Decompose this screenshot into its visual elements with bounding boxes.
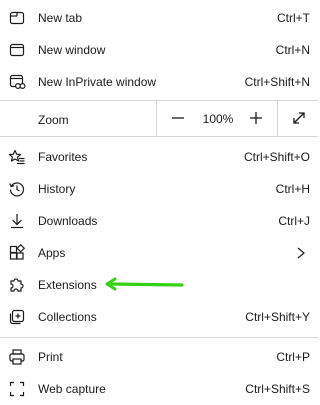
menu-item-shortcut: Ctrl+Shift+S bbox=[245, 382, 310, 396]
menu-separator bbox=[0, 337, 318, 338]
extensions-icon bbox=[8, 276, 26, 294]
menu-separator bbox=[0, 136, 318, 137]
menu-item-shortcut: Ctrl+Shift+O bbox=[243, 150, 310, 164]
zoom-out-button[interactable] bbox=[158, 101, 198, 136]
menu-item-collections[interactable]: Collections Ctrl+Shift+Y bbox=[0, 301, 318, 333]
menu-item-new-window[interactable]: New window Ctrl+N bbox=[0, 34, 318, 66]
zoom-in-button[interactable] bbox=[236, 101, 276, 136]
menu-item-label: History bbox=[38, 182, 76, 196]
menu-item-shortcut: Ctrl+J bbox=[278, 214, 310, 228]
fullscreen-button[interactable] bbox=[279, 101, 319, 136]
menu-item-print[interactable]: Print Ctrl+P bbox=[0, 341, 318, 373]
menu-item-label: Print bbox=[38, 350, 63, 364]
minus-icon bbox=[172, 117, 184, 119]
apps-icon bbox=[8, 244, 26, 262]
zoom-level: 100% bbox=[202, 112, 234, 126]
print-icon bbox=[8, 348, 26, 366]
menu-item-shortcut: Ctrl+N bbox=[275, 43, 310, 57]
new-tab-icon bbox=[8, 9, 26, 27]
web-capture-icon bbox=[8, 380, 26, 398]
menu-item-shortcut: Ctrl+P bbox=[276, 350, 310, 364]
menu-item-label: Collections bbox=[38, 310, 97, 324]
menu-item-label: Extensions bbox=[38, 278, 97, 292]
menu-item-apps[interactable]: Apps bbox=[0, 237, 318, 269]
zoom-divider bbox=[277, 101, 278, 136]
plus-icon bbox=[250, 112, 262, 124]
menu-item-shortcut: Ctrl+Shift+N bbox=[244, 75, 310, 89]
menu-item-label: New tab bbox=[38, 11, 83, 25]
download-icon bbox=[8, 212, 26, 230]
menu-item-label: New window bbox=[38, 43, 106, 57]
menu-item-label: Web capture bbox=[38, 382, 106, 396]
menu-item-label: Downloads bbox=[38, 214, 98, 228]
menu-item-shortcut: Ctrl+T bbox=[277, 11, 310, 25]
collections-icon bbox=[8, 308, 26, 326]
zoom-label: Zoom bbox=[38, 113, 69, 127]
zoom-row: Zoom 100% bbox=[0, 101, 318, 136]
favorites-icon bbox=[8, 148, 26, 166]
new-window-icon bbox=[8, 41, 26, 59]
menu-item-history[interactable]: History Ctrl+H bbox=[0, 173, 318, 205]
menu-item-shortcut: Ctrl+H bbox=[275, 182, 310, 196]
menu-item-downloads[interactable]: Downloads Ctrl+J bbox=[0, 205, 318, 237]
menu-item-label: New InPrivate window bbox=[38, 75, 157, 89]
menu-item-web-capture[interactable]: Web capture Ctrl+Shift+S bbox=[0, 373, 318, 405]
inprivate-icon bbox=[8, 73, 26, 91]
menu-item-label: Apps bbox=[38, 246, 66, 260]
zoom-divider bbox=[156, 101, 157, 136]
menu-item-new-inprivate-window[interactable]: New InPrivate window Ctrl+Shift+N bbox=[0, 66, 318, 98]
menu-item-new-tab[interactable]: New tab Ctrl+T bbox=[0, 2, 318, 34]
chevron-right-icon bbox=[297, 247, 305, 259]
menu-item-label: Favorites bbox=[38, 150, 88, 164]
menu-item-favorites[interactable]: Favorites Ctrl+Shift+O bbox=[0, 141, 318, 173]
browser-settings-menu: New tab Ctrl+T New window Ctrl+N New InP… bbox=[0, 0, 318, 397]
history-icon bbox=[8, 180, 26, 198]
fullscreen-icon bbox=[293, 112, 305, 124]
arrow-left-icon bbox=[105, 277, 184, 291]
menu-item-shortcut: Ctrl+Shift+Y bbox=[245, 310, 310, 324]
